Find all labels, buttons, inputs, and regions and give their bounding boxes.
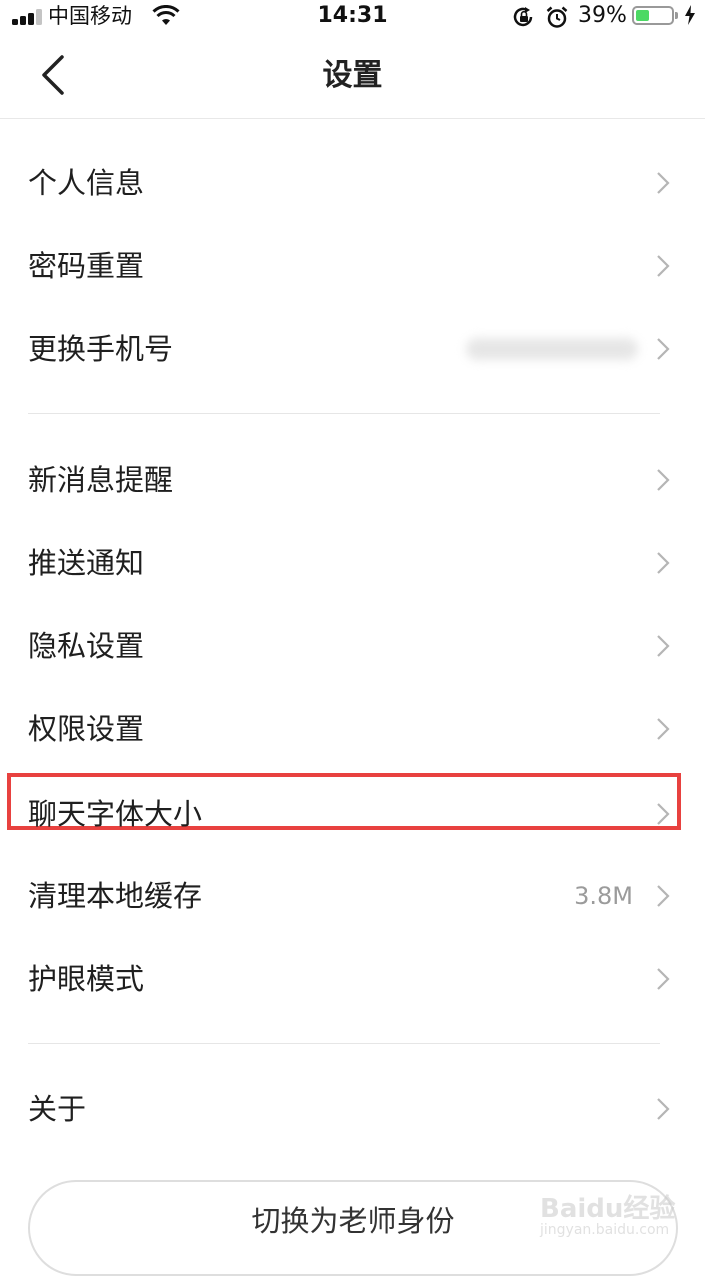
settings-item-label: 推送通知	[28, 546, 145, 580]
battery-icon	[632, 6, 674, 25]
charging-icon	[685, 5, 695, 25]
battery-percent: 39%	[578, 3, 627, 28]
chevron-right-icon	[657, 803, 670, 825]
watermark-logo: Baidu经验	[540, 1194, 676, 1224]
settings-item-label: 密码重置	[28, 249, 145, 283]
settings-item-label: 权限设置	[28, 712, 145, 746]
settings-item-label: 个人信息	[28, 166, 145, 200]
settings-item-label: 更换手机号	[28, 332, 174, 366]
chevron-right-icon	[657, 1098, 670, 1120]
cache-size-value: 3.8M	[574, 882, 633, 910]
settings-item-label: 清理本地缓存	[28, 879, 203, 913]
chevron-right-icon	[657, 552, 670, 574]
settings-item-label: 护眼模式	[28, 962, 145, 996]
settings-item-label: 聊天字体大小	[28, 797, 203, 831]
chevron-right-icon	[657, 968, 670, 990]
settings-item-eye-protection[interactable]: 护眼模式	[0, 937, 705, 1021]
battery-cap	[675, 12, 678, 19]
settings-item-new-message-alert[interactable]: 新消息提醒	[0, 438, 705, 522]
settings-item-privacy[interactable]: 隐私设置	[0, 604, 705, 688]
settings-item-label: 关于	[28, 1092, 87, 1126]
rotation-lock-icon	[513, 7, 533, 27]
settings-item-change-phone[interactable]: 更换手机号	[0, 307, 705, 391]
chevron-right-icon	[657, 338, 670, 360]
chevron-right-icon	[657, 718, 670, 740]
settings-item-chat-font-size[interactable]: 聊天字体大小	[0, 770, 705, 854]
blurred-phone-number	[466, 338, 638, 360]
alarm-icon	[546, 6, 568, 28]
chevron-right-icon	[657, 885, 670, 907]
settings-item-password-reset[interactable]: 密码重置	[0, 224, 705, 308]
settings-item-push-notifications[interactable]: 推送通知	[0, 521, 705, 605]
chevron-right-icon	[657, 469, 670, 491]
section-divider	[28, 1043, 660, 1044]
settings-item-personal-info[interactable]: 个人信息	[0, 141, 705, 225]
settings-item-clear-cache[interactable]: 清理本地缓存 3.8M	[0, 854, 705, 938]
battery-level	[636, 10, 649, 21]
baidu-jingyan-watermark: Baidu经验 jingyan.baidu.com	[540, 1178, 700, 1250]
status-bar: 中国移动 14:31 39%	[0, 0, 705, 34]
settings-item-permissions[interactable]: 权限设置	[0, 687, 705, 771]
section-divider	[28, 413, 660, 414]
settings-item-label: 新消息提醒	[28, 463, 174, 497]
settings-item-label: 隐私设置	[28, 629, 145, 663]
chevron-right-icon	[657, 635, 670, 657]
page-title: 设置	[322, 58, 383, 93]
settings-item-about[interactable]: 关于	[0, 1067, 705, 1151]
watermark-url: jingyan.baidu.com	[540, 1222, 670, 1238]
navigation-bar: 设置	[0, 34, 705, 119]
chevron-right-icon	[657, 172, 670, 194]
chevron-right-icon	[657, 255, 670, 277]
